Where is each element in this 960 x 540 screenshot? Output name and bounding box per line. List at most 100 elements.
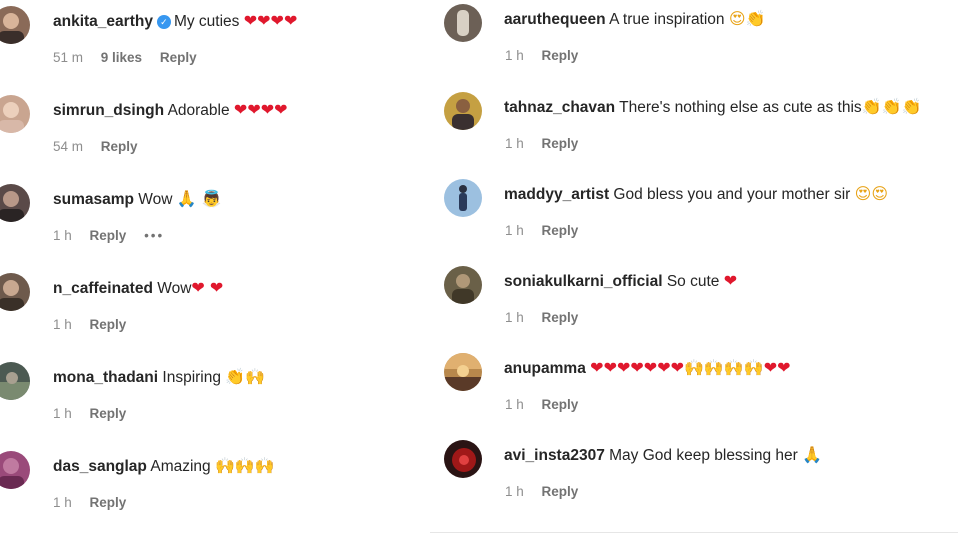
comment-emoji: 🙏 (802, 445, 823, 464)
reply-button[interactable]: Reply (542, 223, 579, 238)
comment-emoji: 👏👏👏 (861, 97, 922, 116)
avatar[interactable] (0, 362, 30, 400)
comment-emoji: 👏🙌 (225, 367, 266, 386)
comment-time: 1 h (53, 495, 72, 510)
avatar[interactable] (0, 184, 30, 222)
reply-button[interactable]: Reply (90, 406, 127, 421)
reply-button[interactable]: Reply (90, 228, 127, 243)
comment-line: sumasamp Wow 🙏 👼 (53, 188, 222, 211)
comment-item: anupamma ❤❤❤❤❤❤❤🙌🙌🙌🙌❤❤ 1 h Reply (429, 347, 960, 417)
likes-count[interactable]: 9 likes (101, 50, 142, 65)
comment-item: tahnaz_chavan There's nothing else as cu… (429, 86, 960, 156)
comment-time: 1 h (505, 223, 524, 238)
comment-meta: 1 h Reply (505, 48, 592, 63)
comment-item: aaruthequeen A true inspiration 😍👏 1 h R… (429, 0, 960, 68)
avatar[interactable] (0, 6, 30, 44)
username-link[interactable]: sumasamp (53, 191, 134, 208)
avatar[interactable] (0, 273, 30, 311)
comment-time: 1 h (53, 317, 72, 332)
comment-line: n_caffeinated Wow❤ ❤ (53, 277, 223, 300)
comment-emoji: ❤❤❤❤ (243, 11, 298, 30)
more-options-icon[interactable]: ••• (144, 228, 164, 243)
comment-line: anupamma ❤❤❤❤❤❤❤🙌🙌🙌🙌❤❤ (504, 357, 791, 380)
reply-button[interactable]: Reply (542, 484, 579, 499)
comment-line: mona_thadani Inspiring 👏🙌 (53, 366, 265, 389)
comment-item: soniakulkarni_official So cute ❤ 1 h Rep… (429, 260, 960, 330)
username-link[interactable]: avi_insta2307 (504, 447, 605, 464)
username-link[interactable]: n_caffeinated (53, 280, 153, 297)
avatar[interactable] (0, 451, 30, 489)
comment-meta: 1 h Reply (53, 317, 140, 332)
comment-meta: 1 h Reply (505, 310, 592, 325)
username-link[interactable]: tahnaz_chavan (504, 99, 615, 116)
comment-text: Wow (138, 191, 173, 208)
comment-emoji: ❤❤❤❤ (233, 100, 288, 119)
comment-item: mona_thadani Inspiring 👏🙌 1 h Reply (0, 356, 420, 426)
reply-button[interactable]: Reply (160, 50, 197, 65)
comment-time: 1 h (53, 228, 72, 243)
username-link[interactable]: maddyy_artist (504, 186, 609, 203)
username-link[interactable]: anupamma (504, 360, 586, 377)
comment-meta: 54 m Reply (53, 139, 152, 154)
comment-time: 1 h (505, 484, 524, 499)
comment-text: God bless you and your mother sir (613, 186, 851, 203)
reply-button[interactable]: Reply (542, 136, 579, 151)
username-link[interactable]: mona_thadani (53, 369, 158, 386)
username-link[interactable]: das_sanglap (53, 458, 147, 475)
avatar[interactable] (444, 179, 482, 217)
comment-line: avi_insta2307 May God keep blessing her … (504, 444, 822, 467)
username-link[interactable]: ankita_earthy (53, 13, 153, 30)
comment-emoji: 🙌🙌🙌 (214, 456, 275, 475)
avatar[interactable] (444, 440, 482, 478)
comment-meta: 51 m 9 likes Reply (53, 50, 211, 65)
comment-emoji: 🙏 👼 (176, 189, 222, 208)
comment-line: soniakulkarni_official So cute ❤ (504, 270, 737, 293)
comment-meta: 1 h Reply (505, 484, 592, 499)
comment-time: 1 h (505, 310, 524, 325)
comment-meta: 1 h Reply (53, 406, 140, 421)
comment-time: 1 h (505, 397, 524, 412)
avatar[interactable] (444, 266, 482, 304)
verified-badge-icon: ✓ (156, 15, 171, 29)
reply-button[interactable]: Reply (542, 397, 579, 412)
avatar[interactable] (444, 353, 482, 391)
comment-time: 51 m (53, 50, 84, 65)
divider (430, 532, 958, 533)
avatar[interactable] (0, 95, 30, 133)
comment-meta: 1 h Reply (505, 223, 592, 238)
comment-text: There's nothing else as cute as this (619, 99, 862, 116)
comment-item: sumasamp Wow 🙏 👼 1 h Reply ••• (0, 178, 420, 248)
comment-emoji: 😍👏 (728, 9, 766, 28)
comment-emoji: 😍😍 (854, 184, 889, 203)
reply-button[interactable]: Reply (90, 317, 127, 332)
reply-button[interactable]: Reply (542, 310, 579, 325)
comment-text: Adorable (167, 102, 230, 119)
comment-line: aaruthequeen A true inspiration 😍👏 (504, 8, 765, 31)
comment-line: simrun_dsingh Adorable ❤❤❤❤ (53, 99, 288, 122)
avatar[interactable] (444, 92, 482, 130)
username-link[interactable]: soniakulkarni_official (504, 273, 663, 290)
comment-text: Wow (157, 280, 192, 297)
reply-button[interactable]: Reply (542, 48, 579, 63)
comment-item: avi_insta2307 May God keep blessing her … (429, 434, 960, 504)
reply-button[interactable]: Reply (101, 139, 138, 154)
username-link[interactable]: aaruthequeen (504, 11, 606, 28)
comment-emoji: ❤❤❤❤❤❤❤🙌🙌🙌🙌❤❤ (590, 358, 791, 377)
comment-meta: 1 h Reply (53, 495, 140, 510)
comment-text: May God keep blessing her (609, 447, 798, 464)
comment-meta: 1 h Reply (505, 136, 592, 151)
comment-emoji: ❤ (723, 271, 738, 290)
comment-text: My cuties (173, 13, 240, 30)
comment-time: 1 h (505, 136, 524, 151)
avatar[interactable] (444, 4, 482, 42)
comment-line: das_sanglap Amazing 🙌🙌🙌 (53, 455, 275, 478)
comment-item: simrun_dsingh Adorable ❤❤❤❤ 54 m Reply (0, 89, 420, 159)
comment-item: das_sanglap Amazing 🙌🙌🙌 1 h Reply (0, 445, 420, 515)
username-link[interactable]: simrun_dsingh (53, 102, 164, 119)
comment-time: 1 h (53, 406, 72, 421)
comment-item: n_caffeinated Wow❤ ❤ 1 h Reply (0, 267, 420, 337)
comments-column-right: aaruthequeen A true inspiration 😍👏 1 h R… (429, 0, 960, 540)
comment-emoji: ❤ ❤ (191, 278, 224, 297)
comment-meta: 1 h Reply (505, 397, 592, 412)
reply-button[interactable]: Reply (90, 495, 127, 510)
